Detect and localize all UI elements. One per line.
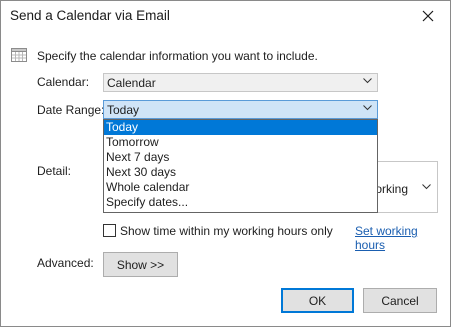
date-range-select[interactable]: Today: [103, 100, 378, 119]
detail-label: Detail:: [37, 164, 72, 178]
date-range-option-next-7-days[interactable]: Next 7 days: [104, 150, 377, 165]
ok-button-label: OK: [308, 293, 327, 308]
date-range-option-next-30-days[interactable]: Next 30 days: [104, 165, 377, 180]
calendar-icon: [11, 48, 27, 62]
working-hours-checkbox-label[interactable]: Show time within my working hours only: [120, 224, 333, 238]
show-advanced-button[interactable]: Show >>: [103, 252, 178, 277]
intro-text: Specify the calendar information you wan…: [37, 49, 318, 63]
date-range-option-tomorrow[interactable]: Tomorrow: [104, 135, 377, 150]
chevron-down-icon: [422, 184, 431, 190]
date-range-select-value: Today: [107, 103, 140, 117]
cancel-button-label: Cancel: [381, 293, 419, 308]
date-range-label: Date Range:: [37, 103, 105, 117]
calendar-select[interactable]: Calendar: [103, 73, 378, 92]
chevron-down-icon: [363, 78, 372, 84]
calendar-select-value: Calendar: [107, 76, 156, 90]
set-working-hours-link[interactable]: Set working hours: [355, 224, 450, 252]
close-button[interactable]: [406, 1, 450, 31]
date-range-option-today[interactable]: Today: [104, 120, 377, 135]
close-icon: [422, 10, 434, 22]
date-range-option-specify-dates[interactable]: Specify dates...: [104, 195, 377, 210]
working-hours-checkbox[interactable]: [103, 224, 116, 237]
title-bar: Send a Calendar via Email: [1, 1, 450, 31]
show-advanced-button-label: Show >>: [116, 257, 165, 272]
send-calendar-dialog: Send a Calendar via Email Specify the ca…: [0, 0, 451, 327]
cancel-button[interactable]: Cancel: [363, 288, 437, 313]
ok-button[interactable]: OK: [281, 288, 354, 313]
window-title: Send a Calendar via Email: [10, 8, 170, 23]
date-range-dropdown-list: Today Tomorrow Next 7 days Next 30 days …: [103, 119, 378, 213]
calendar-label: Calendar:: [37, 75, 90, 89]
chevron-down-icon: [363, 105, 372, 111]
date-range-option-whole-calendar[interactable]: Whole calendar: [104, 180, 377, 195]
advanced-label: Advanced:: [37, 256, 94, 270]
